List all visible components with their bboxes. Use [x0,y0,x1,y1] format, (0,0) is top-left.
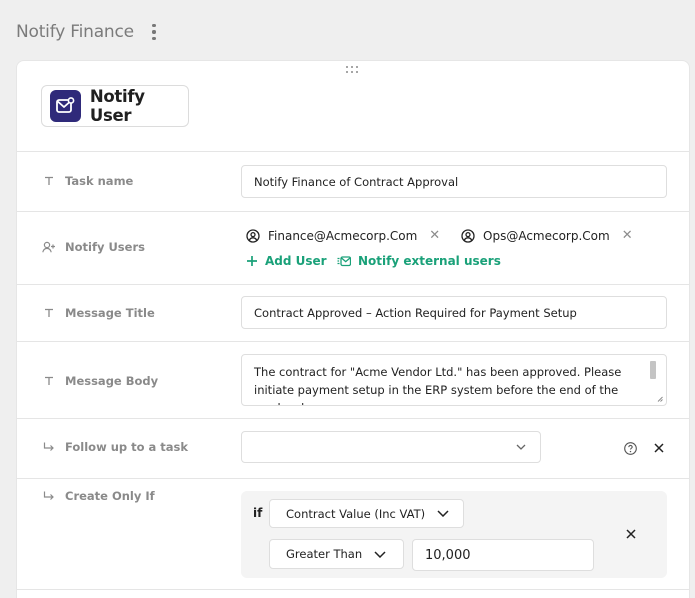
add-user-label: Add User [265,254,327,268]
message-title-input[interactable]: Contract Approved – Action Required for … [241,296,667,329]
user-circle-icon [246,228,260,243]
task-card: Notify User Task name Notify Finance of … [16,60,690,598]
create-only-if-label-text: Create Only If [65,489,155,503]
follow-up-label: Follow up to a task [41,440,188,454]
notify-users-label-text: Notify Users [65,240,145,254]
notify-external-users-button[interactable]: Notify external users [337,254,501,268]
condition-field-value: Contract Value (Inc VAT) [286,506,426,521]
user-chip-email: Ops@Acmecorp.Com [483,228,610,243]
return-arrow-icon [41,491,57,501]
help-circle-icon[interactable] [623,441,637,455]
user-chip-email: Finance@Acmecorp.Com [268,228,418,243]
chevron-down-icon [516,444,526,450]
plus-icon [246,255,258,267]
drag-handle-icon[interactable] [346,66,360,76]
user-chip: Ops@Acmecorp.Com ✕ [461,228,633,243]
remove-user-close-icon[interactable]: ✕ [622,228,633,243]
remove-condition-close-icon[interactable] [625,528,637,540]
mail-notify-icon [50,90,81,122]
condition-box: if Contract Value (Inc VAT) Greater Than… [241,491,667,578]
mail-external-icon [337,255,351,267]
condition-operator-value: Greater Than [286,547,363,561]
follow-up-select[interactable] [241,431,541,463]
message-title-label-text: Message Title [65,306,155,320]
follow-up-label-text: Follow up to a task [65,440,189,454]
page-title: Notify Finance [16,22,134,42]
chevron-down-icon [437,510,449,517]
remove-user-close-icon[interactable]: ✕ [429,228,440,243]
task-name-input[interactable]: Notify Finance of Contract Approval [241,165,667,198]
row-message-title: Message Title Contract Approved – Action… [17,284,689,341]
notify-external-label: Notify external users [358,254,501,268]
text-type-icon [41,308,57,318]
row-task-name: Task name Notify Finance of Contract App… [17,151,689,211]
message-title-label: Message Title [41,306,155,320]
page-header: Notify Finance [16,20,162,44]
user-circle-icon [461,228,475,243]
more-options-icon[interactable] [146,23,162,41]
task-type-label: Notify User [89,87,145,125]
user-chip: Finance@Acmecorp.Com ✕ [246,228,440,243]
task-name-label-text: Task name [65,174,134,188]
condition-value-input[interactable]: 10,000 [412,539,594,571]
condition-operator-select[interactable]: Greater Than [269,539,404,569]
task-name-label: Task name [41,174,133,188]
row-create-only-if: Create Only If if Contract Value (Inc VA… [17,478,689,589]
return-arrow-icon [41,442,57,452]
create-only-if-label: Create Only If [41,489,155,503]
user-plus-icon [41,241,57,253]
row-follow-up: Follow up to a task [17,418,689,478]
if-keyword: if [253,506,263,520]
row-message-body: Message Body The contract for "Acme Vend… [17,341,689,418]
message-body-label-text: Message Body [65,374,159,388]
condition-field-select[interactable]: Contract Value (Inc VAT) [269,499,464,528]
text-type-icon [41,376,57,386]
scrollbar-thumb[interactable] [650,361,656,379]
message-body-text: The contract for "Acme Vendor Ltd." has … [254,365,622,405]
resize-grip-icon[interactable] [657,396,663,402]
add-user-button[interactable]: Add User [246,254,327,268]
message-body-label: Message Body [41,374,158,388]
text-type-icon [41,176,57,186]
row-next [17,589,689,598]
notify-users-label: Notify Users [41,240,145,254]
remove-follow-up-close-icon[interactable] [652,441,666,455]
chevron-down-icon [374,550,386,558]
message-body-textarea[interactable]: The contract for "Acme Vendor Ltd." has … [241,354,667,406]
row-notify-users: Notify Users Finance@Acmecorp.Com ✕ Ops@… [17,211,689,284]
task-type-badge: Notify User [41,85,189,127]
